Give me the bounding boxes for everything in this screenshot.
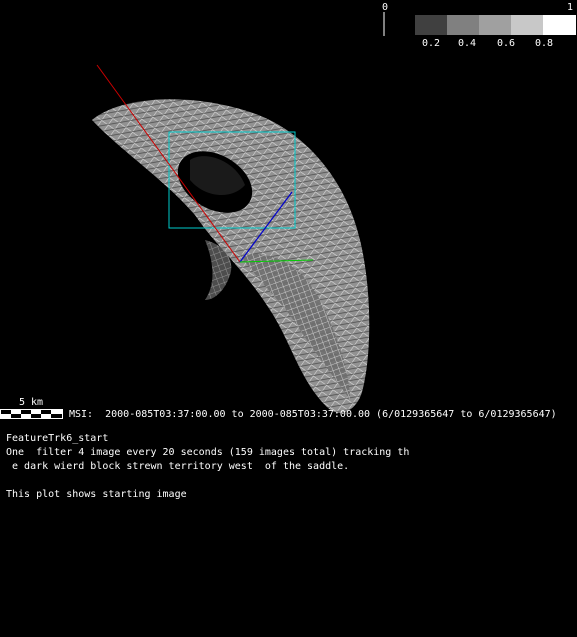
caption-title: FeatureTrk6_start — [6, 433, 109, 444]
colorbar-tick-label: 0.8 — [535, 38, 554, 49]
colorbar-segment — [415, 15, 448, 35]
caption-line: e dark wierd block strewn territory west… — [6, 461, 350, 472]
msi-time-range: MSI: 2000-085T03:37:00.00 to 2000-085T03… — [69, 409, 557, 420]
asteroid-shape — [92, 99, 370, 413]
colorbar-max-label: 1 — [567, 2, 574, 13]
colorbar-tick-label: 0.6 — [497, 38, 516, 49]
caption-line: One filter 4 image every 20 seconds (159… — [6, 447, 410, 458]
colorbar-tick-label: 0.4 — [458, 38, 477, 49]
scale-bar — [0, 409, 63, 419]
asteroid-plot — [0, 12, 385, 419]
scale-bar-label: 5 km — [19, 397, 44, 408]
caption-line: This plot shows starting image — [6, 489, 187, 500]
colorbar-segment — [479, 15, 512, 35]
colorbar-tick-label: 0.2 — [422, 38, 441, 49]
colorbar-min-label: 0 — [382, 2, 389, 13]
colorbar-segment — [543, 15, 576, 35]
colorbar-segment — [511, 15, 544, 35]
colorbar-segment — [447, 15, 480, 35]
